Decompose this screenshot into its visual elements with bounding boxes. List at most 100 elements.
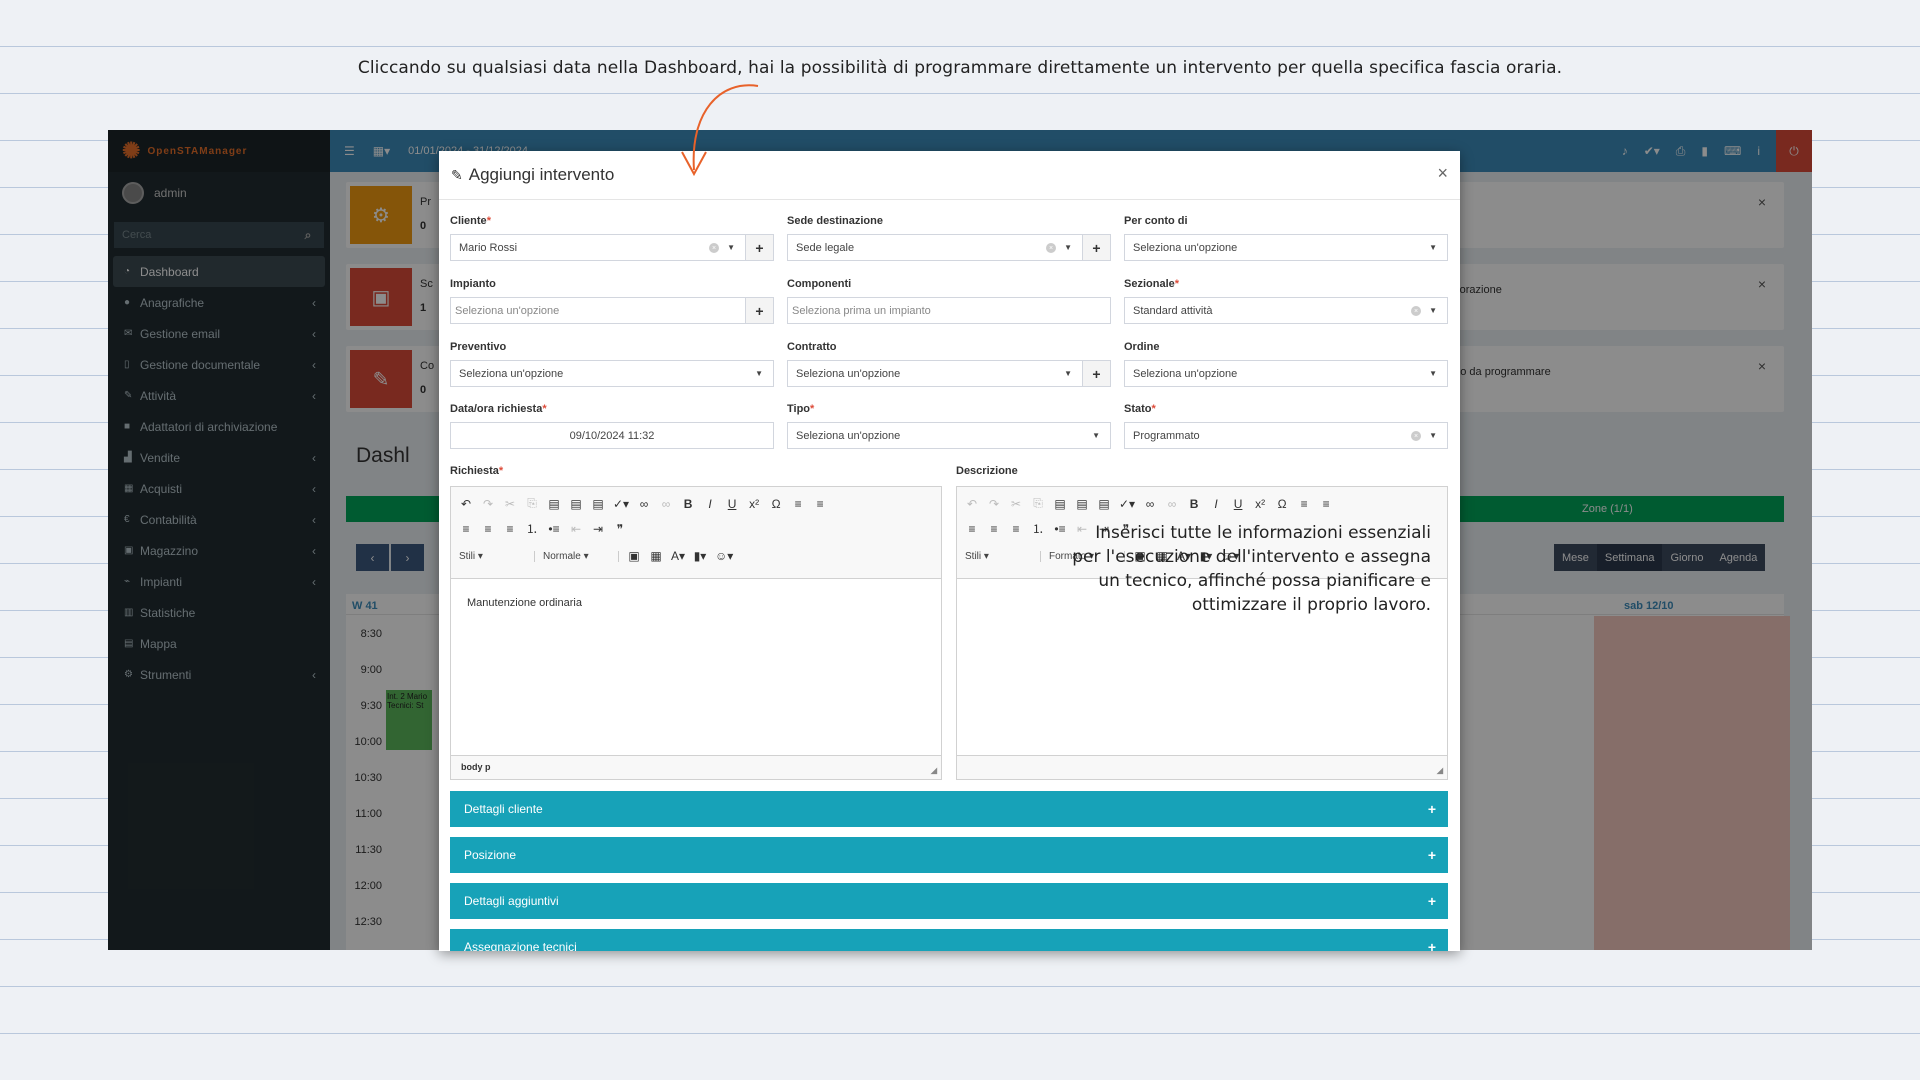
descrizione-label: Descrizione xyxy=(956,465,1018,477)
redo-icon[interactable]: ↷ xyxy=(481,497,495,511)
blockquote-icon[interactable]: ❞ xyxy=(613,522,627,536)
styles-dropdown[interactable]: Stili ▾ xyxy=(459,550,535,562)
plus-icon: + xyxy=(1427,847,1436,863)
accordion-dettagli-cliente[interactable]: Dettagli cliente + xyxy=(450,791,1448,827)
tutorial-note: Inserisci tutte le informazioni essenzia… xyxy=(1072,523,1431,615)
conto-select[interactable]: Seleziona un'opzione ▼ xyxy=(1124,234,1448,261)
indent-icon[interactable]: ⇥ xyxy=(591,522,605,536)
bullet-list-icon[interactable]: •≡ xyxy=(1053,522,1067,536)
image-icon[interactable]: ▣ xyxy=(627,549,641,563)
pencil-icon: ✎ xyxy=(451,166,463,183)
stato-label: Stato* xyxy=(1124,403,1156,415)
sede-label: Sede destinazione xyxy=(787,215,883,227)
caret-down-icon: ▼ xyxy=(1429,369,1437,378)
spellcheck-icon[interactable]: ✓▾ xyxy=(613,497,629,511)
underline-icon[interactable]: U xyxy=(1231,497,1245,511)
styles-dropdown[interactable]: Stili ▾ xyxy=(965,550,1041,562)
copy-icon[interactable]: ⎘ xyxy=(525,496,539,511)
outdent-icon[interactable]: ⇤ xyxy=(569,522,583,536)
cut-icon[interactable]: ✂ xyxy=(503,497,517,511)
accordion-assegnazione-tecnici[interactable]: Assegnazione tecnici + xyxy=(450,929,1448,951)
cut-icon[interactable]: ✂ xyxy=(1009,497,1023,511)
contratto-label: Contratto xyxy=(787,341,837,353)
paste-icon[interactable]: ▤ xyxy=(1053,497,1067,511)
justify-icon[interactable]: ≡ xyxy=(503,522,517,536)
superscript-icon[interactable]: x² xyxy=(1253,497,1267,511)
undo-icon[interactable]: ↶ xyxy=(459,497,473,511)
stato-select[interactable]: Programmato × ▼ xyxy=(1124,422,1448,449)
text-color-icon[interactable]: A▾ xyxy=(671,549,685,563)
modal-header: ✎ Aggiungi intervento × xyxy=(439,151,1460,200)
tipo-select[interactable]: Seleziona un'opzione ▼ xyxy=(787,422,1111,449)
contratto-select[interactable]: Seleziona un'opzione ▼ xyxy=(787,360,1083,387)
caret-down-icon: ▼ xyxy=(727,243,735,252)
numbered-list-icon[interactable]: ⒈ xyxy=(1031,520,1045,537)
add-cliente-button[interactable]: + xyxy=(745,234,774,261)
clear-icon[interactable]: × xyxy=(1411,431,1421,441)
accordion-dettagli-aggiuntivi[interactable]: Dettagli aggiuntivi + xyxy=(450,883,1448,919)
bold-icon[interactable]: B xyxy=(1187,497,1201,511)
omega-icon[interactable]: Ω xyxy=(1275,497,1289,511)
align-right-icon[interactable]: ≡ xyxy=(481,522,495,536)
bullet-list-icon[interactable]: •≡ xyxy=(547,522,561,536)
paste-icon[interactable]: ▤ xyxy=(547,497,561,511)
add-sede-button[interactable]: + xyxy=(1082,234,1111,261)
preventivo-select[interactable]: Seleziona un'opzione ▼ xyxy=(450,360,774,387)
link-icon[interactable]: ∞ xyxy=(637,497,651,511)
close-button[interactable]: × xyxy=(1437,163,1448,184)
paste-text-icon[interactable]: ▤ xyxy=(1075,497,1089,511)
paste-word-icon[interactable]: ▤ xyxy=(591,497,605,511)
resize-icon[interactable]: ◢ xyxy=(931,766,937,775)
componenti-select[interactable]: Seleziona prima un impianto xyxy=(787,297,1111,324)
clear-icon[interactable]: × xyxy=(1046,243,1056,253)
descrizione-editor: ↶ ↷ ✂ ⎘ ▤ ▤ ▤ ✓▾ ∞ ∞ B I Ux² Ω ≡ ≡ ≡ ≡ ≡ ⒈ •≡ ⇤ ⇥ ❞ Stil… xyxy=(956,486,1448,780)
superscript-icon[interactable]: x² xyxy=(747,497,761,511)
align-left-icon[interactable]: ≡ xyxy=(813,497,827,511)
bold-icon[interactable]: B xyxy=(681,497,695,511)
hr-icon[interactable]: ≡ xyxy=(1297,497,1311,511)
spellcheck-icon[interactable]: ✓▾ xyxy=(1119,497,1135,511)
impianto-select[interactable]: Seleziona un'opzione xyxy=(450,297,746,324)
richiesta-text[interactable]: Manutenzione ordinaria xyxy=(451,579,941,627)
align-left-icon[interactable]: ≡ xyxy=(1319,497,1333,511)
emoji-icon[interactable]: ☺▾ xyxy=(715,549,733,563)
clear-icon[interactable]: × xyxy=(709,243,719,253)
sezionale-select[interactable]: Standard attività × ▼ xyxy=(1124,297,1448,324)
ordine-select[interactable]: Seleziona un'opzione ▼ xyxy=(1124,360,1448,387)
preventivo-label: Preventivo xyxy=(450,341,507,353)
resize-icon[interactable]: ◢ xyxy=(1437,766,1443,775)
italic-icon[interactable]: I xyxy=(1209,497,1223,511)
undo-icon[interactable]: ↶ xyxy=(965,497,979,511)
add-intervention-modal: ✎ Aggiungi intervento × Cliente* Mario R… xyxy=(439,151,1460,951)
data-input[interactable]: 09/10/2024 11:32 xyxy=(450,422,774,449)
unlink-icon[interactable]: ∞ xyxy=(1165,497,1179,511)
align-center-icon[interactable]: ≡ xyxy=(965,522,979,536)
align-right-icon[interactable]: ≡ xyxy=(987,522,1001,536)
bg-color-icon[interactable]: ▮▾ xyxy=(693,549,707,563)
underline-icon[interactable]: U xyxy=(725,497,739,511)
unlink-icon[interactable]: ∞ xyxy=(659,497,673,511)
format-dropdown[interactable]: Normale ▾ xyxy=(543,550,619,562)
clear-icon[interactable]: × xyxy=(1411,306,1421,316)
add-contratto-button[interactable]: + xyxy=(1082,360,1111,387)
omega-icon[interactable]: Ω xyxy=(769,497,783,511)
cliente-select[interactable]: Mario Rossi × ▼ xyxy=(450,234,746,261)
numbered-list-icon[interactable]: ⒈ xyxy=(525,520,539,537)
add-impianto-button[interactable]: + xyxy=(745,297,774,324)
redo-icon[interactable]: ↷ xyxy=(987,497,1001,511)
paste-word-icon[interactable]: ▤ xyxy=(1097,497,1111,511)
sede-select[interactable]: Sede legale × ▼ xyxy=(787,234,1083,261)
accordion-posizione[interactable]: Posizione + xyxy=(450,837,1448,873)
modal-title: Aggiungi intervento xyxy=(468,165,615,184)
editor-path: ◢ xyxy=(957,755,1447,779)
caret-down-icon: ▼ xyxy=(1429,306,1437,315)
justify-icon[interactable]: ≡ xyxy=(1009,522,1023,536)
link-icon[interactable]: ∞ xyxy=(1143,497,1157,511)
paste-text-icon[interactable]: ▤ xyxy=(569,497,583,511)
copy-icon[interactable]: ⎘ xyxy=(1031,496,1045,511)
table-icon[interactable]: ▦ xyxy=(649,549,663,563)
align-center-icon[interactable]: ≡ xyxy=(459,522,473,536)
hr-icon[interactable]: ≡ xyxy=(791,497,805,511)
richiesta-label: Richiesta* xyxy=(450,465,504,477)
italic-icon[interactable]: I xyxy=(703,497,717,511)
